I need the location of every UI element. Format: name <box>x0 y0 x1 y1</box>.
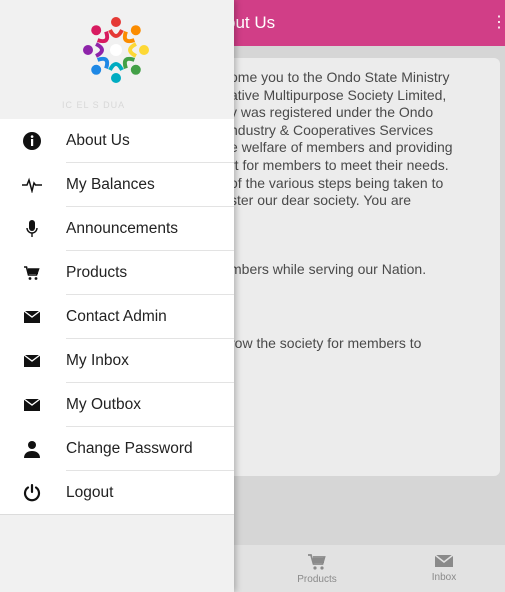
envelope-icon <box>22 307 42 327</box>
menu-item-products[interactable]: Products <box>0 251 234 295</box>
info-icon <box>22 131 42 151</box>
content-line: ative Multipurpose Society Limited, <box>230 86 447 103</box>
menu-item-label: Logout <box>66 484 114 501</box>
cart-icon <box>308 554 326 570</box>
menu-item-my-outbox[interactable]: My Outbox <box>0 383 234 427</box>
drawer-header: IC EL S DUA <box>0 0 234 119</box>
tab-label: Products <box>297 574 337 585</box>
microphone-icon <box>22 219 42 239</box>
menu-item-label: Products <box>66 264 128 281</box>
more-options-icon[interactable]: ⋮ <box>491 14 505 32</box>
menu-item-change-password[interactable]: Change Password <box>0 427 234 471</box>
tab-inbox[interactable]: Inbox <box>404 553 484 583</box>
content-line: ome you to the Ondo State Ministry <box>230 69 450 85</box>
menu-item-about-us[interactable]: About Us <box>0 119 234 163</box>
navigation-drawer: IC EL S DUA About Us My Balances Announc… <box>0 0 234 592</box>
content-line: of the various steps being taken to <box>230 174 444 191</box>
content-line: ndustry & Cooperatives Services <box>230 121 434 138</box>
envelope-icon <box>434 554 454 567</box>
menu-item-label: Contact Admin <box>66 308 167 325</box>
power-icon <box>22 483 42 503</box>
envelope-icon <box>22 351 42 371</box>
menu-item-label: Announcements <box>66 220 179 237</box>
menu-item-label: My Balances <box>66 176 155 193</box>
content-line: row the society for members to <box>230 335 422 352</box>
drawer-menu: About Us My Balances Announcements Produ… <box>0 119 234 515</box>
tab-label: Inbox <box>431 572 457 583</box>
envelope-icon <box>22 395 42 415</box>
cart-icon <box>22 263 42 283</box>
content-line: ster our dear society. You are <box>230 192 412 209</box>
menu-item-logout[interactable]: Logout <box>0 471 234 515</box>
menu-item-label: Change Password <box>66 440 193 457</box>
content-line: e welfare of members and providing <box>230 139 453 156</box>
pulse-icon <box>22 175 42 195</box>
menu-item-my-inbox[interactable]: My Inbox <box>0 339 234 383</box>
content-line: mbers while serving our Nation. <box>230 260 427 277</box>
content-card: ome you to the Ondo State Ministry ative… <box>200 58 500 476</box>
menu-item-my-balances[interactable]: My Balances <box>0 163 234 207</box>
content-text: ome you to the Ondo State Ministry ative… <box>230 69 490 353</box>
menu-item-label: About Us <box>66 132 130 149</box>
menu-item-label: My Inbox <box>66 352 129 369</box>
menu-item-announcements[interactable]: Announcements <box>0 207 234 251</box>
menu-item-contact-admin[interactable]: Contact Admin <box>0 295 234 339</box>
society-logo <box>83 17 149 83</box>
organization-name: IC EL S DUA <box>62 100 126 110</box>
content-line: y was registered under the Ondo <box>230 104 434 121</box>
user-icon <box>22 439 42 459</box>
menu-item-label: My Outbox <box>66 396 141 413</box>
content-line: rt for members to meet their needs. <box>230 156 449 173</box>
tab-products[interactable]: Products <box>277 553 357 585</box>
